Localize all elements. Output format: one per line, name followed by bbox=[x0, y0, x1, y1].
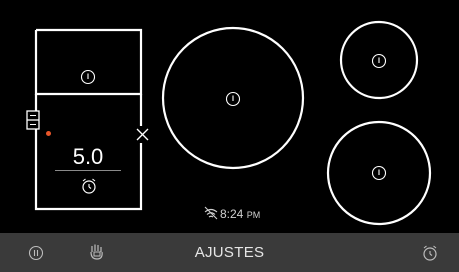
pause-icon[interactable] bbox=[28, 245, 44, 261]
settings-button[interactable]: AJUSTES bbox=[150, 244, 309, 261]
power-level-underline bbox=[55, 170, 121, 171]
active-indicator-dot bbox=[46, 131, 51, 136]
power-icon[interactable] bbox=[371, 53, 387, 69]
timer-icon[interactable] bbox=[421, 244, 439, 262]
status-time-ampm: PM bbox=[246, 210, 261, 220]
bridge-zone-icon[interactable] bbox=[26, 110, 40, 130]
cooktop-screen: 5.0 8:24 PM AJUSTES bbox=[0, 0, 459, 272]
power-icon[interactable] bbox=[80, 69, 96, 85]
status-time: 8:24 PM bbox=[220, 207, 260, 221]
power-icon[interactable] bbox=[225, 91, 241, 107]
power-icon[interactable] bbox=[371, 165, 387, 181]
power-level-value[interactable]: 5.0 bbox=[66, 144, 110, 170]
timer-icon[interactable] bbox=[80, 177, 98, 195]
wifi-off-icon bbox=[204, 206, 218, 220]
lock-icon[interactable] bbox=[88, 242, 106, 262]
zone-outlines bbox=[34, 20, 432, 226]
close-icon[interactable] bbox=[135, 127, 150, 142]
status-time-value: 8:24 bbox=[220, 207, 244, 221]
